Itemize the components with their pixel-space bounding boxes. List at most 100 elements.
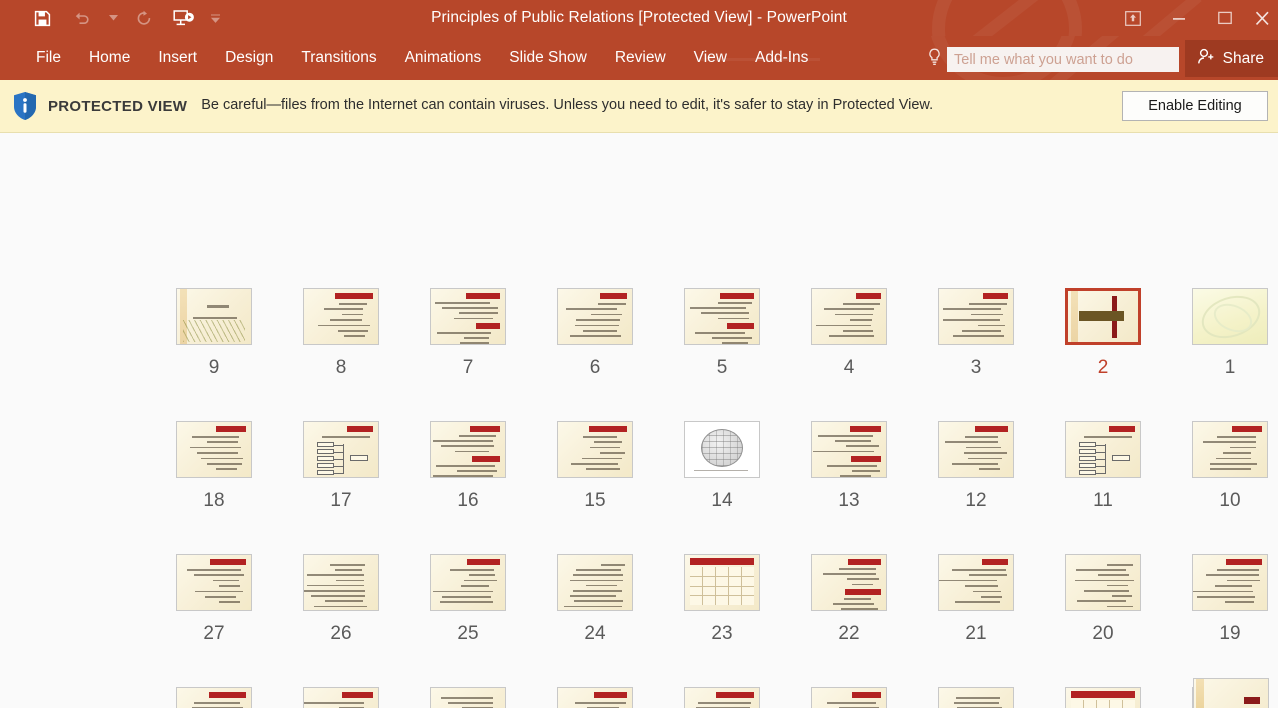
slide-preview[interactable] (1065, 421, 1141, 478)
slide-thumbnail-21[interactable]: 21 (926, 554, 1026, 645)
table-grid (690, 567, 754, 605)
slide-thumbnail-12[interactable]: 12 (926, 421, 1026, 512)
slide-text-line (1076, 569, 1126, 571)
undo-button[interactable] (62, 3, 102, 33)
start-presentation-button[interactable] (164, 3, 204, 33)
minimize-button[interactable] (1156, 3, 1202, 33)
slide-thumbnail-17[interactable]: 17 (291, 421, 391, 512)
slide-thumbnail-27[interactable]: 27 (164, 554, 264, 645)
slide-preview[interactable] (430, 288, 506, 345)
slide-thumbnail-15[interactable]: 15 (545, 421, 645, 512)
slide-thumbnail-9[interactable]: 9 (164, 288, 264, 379)
slide-thumbnail-24[interactable]: 24 (545, 554, 645, 645)
tab-animations[interactable]: Animations (391, 43, 496, 73)
slide-preview[interactable] (176, 421, 252, 478)
slide-thumbnail-20[interactable]: 20 (1053, 554, 1153, 645)
slide-thumbnail-26[interactable]: 26 (291, 554, 391, 645)
slide-preview[interactable] (176, 288, 252, 345)
slide-text-line (964, 452, 1007, 454)
slide-preview[interactable] (938, 421, 1014, 478)
slide-thumbnail-23[interactable]: 23 (672, 554, 772, 645)
slide-preview[interactable] (1192, 421, 1268, 478)
slide-text-line (338, 330, 368, 332)
slide-preview[interactable] (430, 554, 506, 611)
tab-file[interactable]: File (22, 43, 75, 73)
maximize-button[interactable] (1202, 3, 1248, 33)
slide-preview[interactable] (303, 421, 379, 478)
slide-text-line (953, 335, 1005, 337)
table-cell (690, 596, 702, 605)
save-button[interactable] (22, 3, 62, 33)
slide-thumbnail-2[interactable]: 2 (1053, 288, 1153, 379)
slide-thumbnail-6[interactable]: 6 (545, 288, 645, 379)
slide-preview[interactable] (557, 421, 633, 478)
tab-review[interactable]: Review (601, 43, 680, 73)
slide-thumbnail-22[interactable]: 22 (799, 554, 899, 645)
slide-text-line (833, 603, 874, 605)
slide-thumbnail-1[interactable]: 1 (1180, 288, 1278, 379)
slide-preview[interactable] (811, 288, 887, 345)
slide-thumbnail-7[interactable]: 7 (418, 288, 518, 379)
slide-preview[interactable] (684, 554, 760, 611)
slide-subtitle-band (472, 456, 500, 462)
slide-text-line (460, 342, 490, 344)
slide-preview[interactable] (1192, 554, 1268, 611)
slide-sorter-pane[interactable]: 9 8 7 6 5 4 3 2 1 18 17 16 15 14 13 12 11 10 27 26 25 24 23… (0, 133, 1278, 708)
slide-preview[interactable] (938, 288, 1014, 345)
tab-transitions[interactable]: Transitions (287, 43, 390, 73)
slide-preview[interactable] (557, 288, 633, 345)
tab-design[interactable]: Design (211, 43, 287, 73)
ribbon-display-options-button[interactable] (1110, 3, 1156, 33)
slide-preview[interactable] (684, 288, 760, 345)
slide-thumbnail-19[interactable]: 19 (1180, 554, 1278, 645)
slide-text-line (469, 574, 495, 576)
diagram-spine (1105, 444, 1106, 474)
slide-thumbnail-3[interactable]: 3 (926, 288, 1026, 379)
tab-view[interactable]: View (680, 43, 741, 73)
list-item[interactable] (1193, 678, 1269, 708)
slide-subtitle-band (727, 323, 754, 329)
slide-text-line (690, 307, 746, 309)
tab-add-ins[interactable]: Add-Ins (741, 43, 822, 73)
tab-insert[interactable]: Insert (144, 43, 211, 73)
slide-preview[interactable] (1192, 288, 1268, 345)
slide-text-line (442, 307, 498, 309)
slide-thumbnail-5[interactable]: 5 (672, 288, 772, 379)
slide-thumbnail-8[interactable]: 8 (291, 288, 391, 379)
slide-preview[interactable] (684, 421, 760, 478)
slide-preview[interactable] (811, 554, 887, 611)
slide-preview[interactable] (430, 421, 506, 478)
table-cell (729, 577, 741, 586)
tab-slide-show[interactable]: Slide Show (495, 43, 601, 73)
slide-thumbnail-14[interactable]: 14 (672, 421, 772, 512)
slide-preview[interactable] (1065, 288, 1141, 345)
customize-qat-button[interactable] (204, 3, 226, 33)
slide-thumbnail-18[interactable]: 18 (164, 421, 264, 512)
redo-button[interactable] (124, 3, 164, 33)
slide-preview[interactable] (1065, 554, 1141, 611)
slide-text-line (303, 590, 364, 592)
enable-editing-button[interactable]: Enable Editing (1122, 91, 1268, 121)
undo-dropdown[interactable] (102, 3, 124, 33)
tell-me-input[interactable]: Tell me what you want to do (947, 47, 1179, 72)
slide-thumbnail-11[interactable]: 11 (1053, 421, 1153, 512)
slide-preview[interactable] (176, 554, 252, 611)
slide-text-line (583, 330, 617, 332)
slide-preview[interactable] (811, 421, 887, 478)
diagram-connector (334, 445, 343, 446)
slide-text-line (835, 314, 873, 316)
slide-preview[interactable] (938, 554, 1014, 611)
slide-thumbnail-16[interactable]: 16 (418, 421, 518, 512)
close-button[interactable] (1248, 3, 1278, 33)
slide-preview[interactable] (303, 288, 379, 345)
slide-number: 1 (1180, 357, 1278, 379)
share-button[interactable]: Share (1185, 40, 1278, 77)
slide-preview[interactable] (303, 554, 379, 611)
slide-thumbnail-25[interactable]: 25 (418, 554, 518, 645)
info-shield-icon (12, 91, 38, 121)
slide-preview[interactable] (557, 554, 633, 611)
slide-thumbnail-10[interactable]: 10 (1180, 421, 1278, 512)
slide-thumbnail-13[interactable]: 13 (799, 421, 899, 512)
slide-thumbnail-4[interactable]: 4 (799, 288, 899, 379)
tab-home[interactable]: Home (75, 43, 144, 73)
